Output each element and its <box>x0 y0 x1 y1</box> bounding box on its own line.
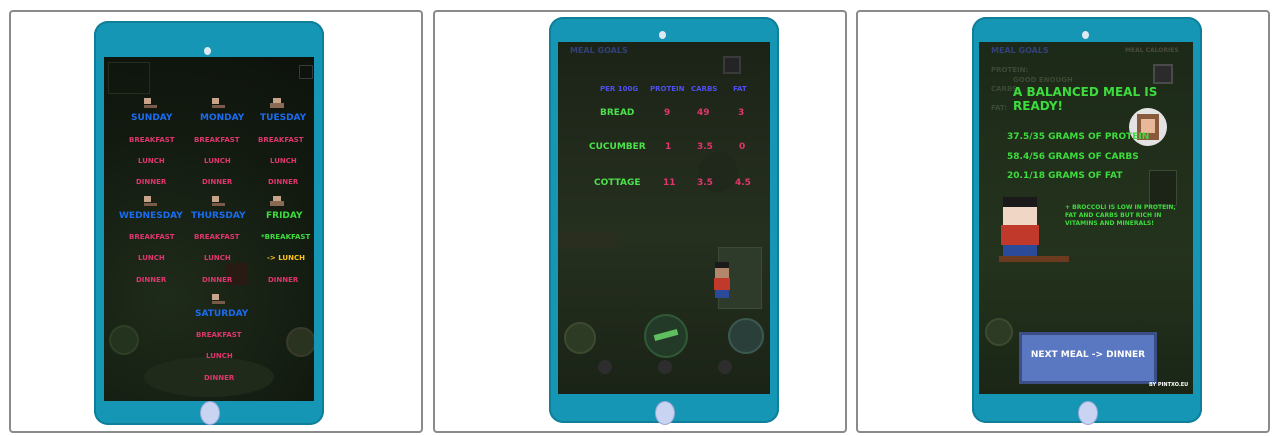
tuesday-icon <box>270 98 284 108</box>
calendar-icon[interactable] <box>723 56 741 74</box>
wednesday-lunch[interactable]: Lunch <box>138 254 165 262</box>
day-friday[interactable]: Friday <box>266 211 303 221</box>
day-saturday[interactable]: Saturday <box>195 309 248 319</box>
friday-breakfast-done[interactable]: *Breakfast <box>261 233 310 241</box>
food-cottage[interactable]: Cottage <box>594 178 641 188</box>
monday-breakfast[interactable]: Breakfast <box>194 136 240 144</box>
calendar-icon[interactable] <box>1153 64 1173 84</box>
sunday-breakfast[interactable]: Breakfast <box>129 136 175 144</box>
cucumber-carbs: 3.5 <box>697 142 713 152</box>
result-title: A balanced meal is ready! <box>1013 85 1158 113</box>
left-circle-button[interactable] <box>564 322 596 354</box>
small-circle-left[interactable] <box>598 360 612 374</box>
calendar-icon[interactable] <box>299 65 313 79</box>
player-character <box>1001 197 1039 261</box>
wednesday-dinner[interactable]: Dinner <box>136 276 166 284</box>
col-header-per100g: Per 100g <box>600 85 639 93</box>
tablet-frame: Meal Goals Per 100g Protein Carbs Fat Br… <box>549 17 779 425</box>
tablet-frame: Meal Goals Meal Calories Protein: Carbs:… <box>972 17 1202 425</box>
tablet-screen: Meal Goals Meal Calories Protein: Carbs:… <box>979 42 1193 394</box>
friday-icon <box>270 196 284 206</box>
col-header-protein: Protein <box>650 85 685 93</box>
home-button[interactable] <box>1078 401 1098 425</box>
camera-dot <box>659 31 666 39</box>
panel-weekly-plan: Sunday Breakfast Lunch Dinner Monday Bre… <box>9 10 423 433</box>
friday-lunch-current[interactable]: -> Lunch <box>267 254 305 262</box>
goal-label-protein-dim: Protein: <box>991 66 1029 74</box>
day-thursday[interactable]: Thursday <box>191 211 245 221</box>
food-bread[interactable]: Bread <box>600 108 634 118</box>
cucumber-protein: 1 <box>665 142 672 152</box>
monday-icon <box>212 98 225 108</box>
tablet-frame: Sunday Breakfast Lunch Dinner Monday Bre… <box>94 21 324 425</box>
meal-goals-header-dim: Meal Goals <box>991 46 1049 55</box>
day-monday[interactable]: Monday <box>200 113 244 123</box>
thursday-lunch[interactable]: Lunch <box>204 254 231 262</box>
goal-label-fat-dim: Fat: <box>991 104 1008 112</box>
saturday-lunch[interactable]: Lunch <box>206 352 233 360</box>
cottage-carbs: 3.5 <box>697 178 713 188</box>
home-button[interactable] <box>655 401 675 425</box>
stat-carbs: 58.4/56 grams of carbs <box>1007 152 1139 162</box>
player-character <box>714 262 730 298</box>
wednesday-icon <box>144 196 157 206</box>
credit-text: by pintxo.eu <box>1149 382 1189 388</box>
small-circle-mid[interactable] <box>658 360 672 374</box>
bg-table <box>999 256 1069 262</box>
left-circle-button[interactable] <box>109 325 139 355</box>
tuesday-lunch[interactable]: Lunch <box>270 157 297 165</box>
day-wednesday[interactable]: Wednesday <box>119 211 183 221</box>
monday-dinner[interactable]: Dinner <box>202 178 232 186</box>
saturday-dinner[interactable]: Dinner <box>204 374 234 382</box>
panel-nutrition-table: Meal Goals Per 100g Protein Carbs Fat Br… <box>433 10 847 433</box>
sunday-lunch[interactable]: Lunch <box>138 157 165 165</box>
food-cucumber[interactable]: Cucumber <box>589 142 646 152</box>
panel-meal-result: Meal Goals Meal Calories Protein: Carbs:… <box>856 10 1270 433</box>
home-button[interactable] <box>200 401 220 425</box>
saturday-icon <box>212 294 225 304</box>
cottage-protein: 11 <box>663 178 676 188</box>
bread-carbs: 49 <box>697 108 710 118</box>
meal-goals-header-dim: Meal Goals <box>570 46 628 55</box>
day-tuesday[interactable]: Tuesday <box>260 113 306 123</box>
stat-protein: 37.5/35 grams of protein <box>1007 132 1150 142</box>
right-circle-button[interactable] <box>286 327 314 357</box>
good-enough-dim: Good enough <box>1013 76 1073 84</box>
cottage-fat: 4.5 <box>735 178 751 188</box>
bread-protein: 9 <box>664 108 671 118</box>
next-meal-button-label: Next meal -> Dinner <box>1030 350 1146 360</box>
camera-dot <box>204 47 211 55</box>
bg-shelf <box>108 62 150 94</box>
tuesday-breakfast[interactable]: Breakfast <box>258 136 304 144</box>
col-header-fat: Fat <box>733 85 747 93</box>
wednesday-breakfast[interactable]: Breakfast <box>129 233 175 241</box>
broccoli-note: + Broccoli is low in protein, fat and ca… <box>1065 204 1176 227</box>
bread-fat: 3 <box>738 108 745 118</box>
sunday-icon <box>144 98 157 108</box>
tablet-screen: Sunday Breakfast Lunch Dinner Monday Bre… <box>104 57 314 401</box>
thursday-icon <box>212 196 225 206</box>
thursday-breakfast[interactable]: Breakfast <box>194 233 240 241</box>
right-circle-button[interactable] <box>728 318 764 354</box>
stat-fat: 20.1/18 grams of fat <box>1007 171 1123 181</box>
small-circle-right[interactable] <box>718 360 732 374</box>
tablet-screen: Meal Goals Per 100g Protein Carbs Fat Br… <box>558 42 770 394</box>
bg-backpack <box>1149 170 1177 206</box>
meal-calories-header-dim: Meal Calories <box>1125 47 1179 54</box>
bg-counter <box>558 232 618 248</box>
center-food-button[interactable] <box>644 314 688 358</box>
cucumber-fat: 0 <box>739 142 746 152</box>
left-circle-button[interactable] <box>985 318 1013 346</box>
friday-dinner[interactable]: Dinner <box>268 276 298 284</box>
monday-lunch[interactable]: Lunch <box>204 157 231 165</box>
day-sunday[interactable]: Sunday <box>131 113 172 123</box>
thursday-dinner[interactable]: Dinner <box>202 276 232 284</box>
sunday-dinner[interactable]: Dinner <box>136 178 166 186</box>
tuesday-dinner[interactable]: Dinner <box>268 178 298 186</box>
next-meal-button[interactable]: Next meal -> Dinner <box>1019 332 1157 384</box>
saturday-breakfast[interactable]: Breakfast <box>196 331 242 339</box>
camera-dot <box>1082 31 1089 39</box>
col-header-carbs: Carbs <box>691 85 718 93</box>
